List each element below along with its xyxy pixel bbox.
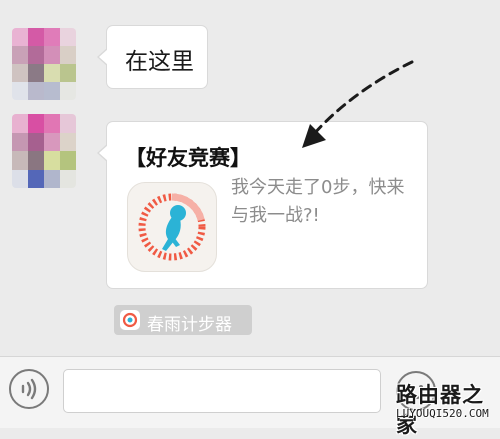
app-logo-icon [120,310,140,330]
contact-avatar[interactable] [12,28,76,100]
message-bubble[interactable]: 在这里 [97,26,207,88]
message-input[interactable] [63,369,381,413]
watermark: 路由器之家 LUYOUQI520.COM [394,377,498,437]
message-text: 在这里 [125,49,194,75]
running-ring-icon [127,182,217,272]
source-app-name: 春雨计步器 [147,315,232,335]
watermark-url: LUYOUQI520.COM [396,407,489,420]
voice-icon [21,378,37,400]
voice-button[interactable] [9,369,49,409]
card-title: 【好友竞赛】 [125,146,251,170]
dashed-arrow-icon [302,60,414,148]
source-app-badge[interactable]: 春雨计步器 [114,305,252,335]
card-description: 我今天走了0步，快来与我一战?! [231,177,405,226]
contact-avatar[interactable] [12,114,76,188]
